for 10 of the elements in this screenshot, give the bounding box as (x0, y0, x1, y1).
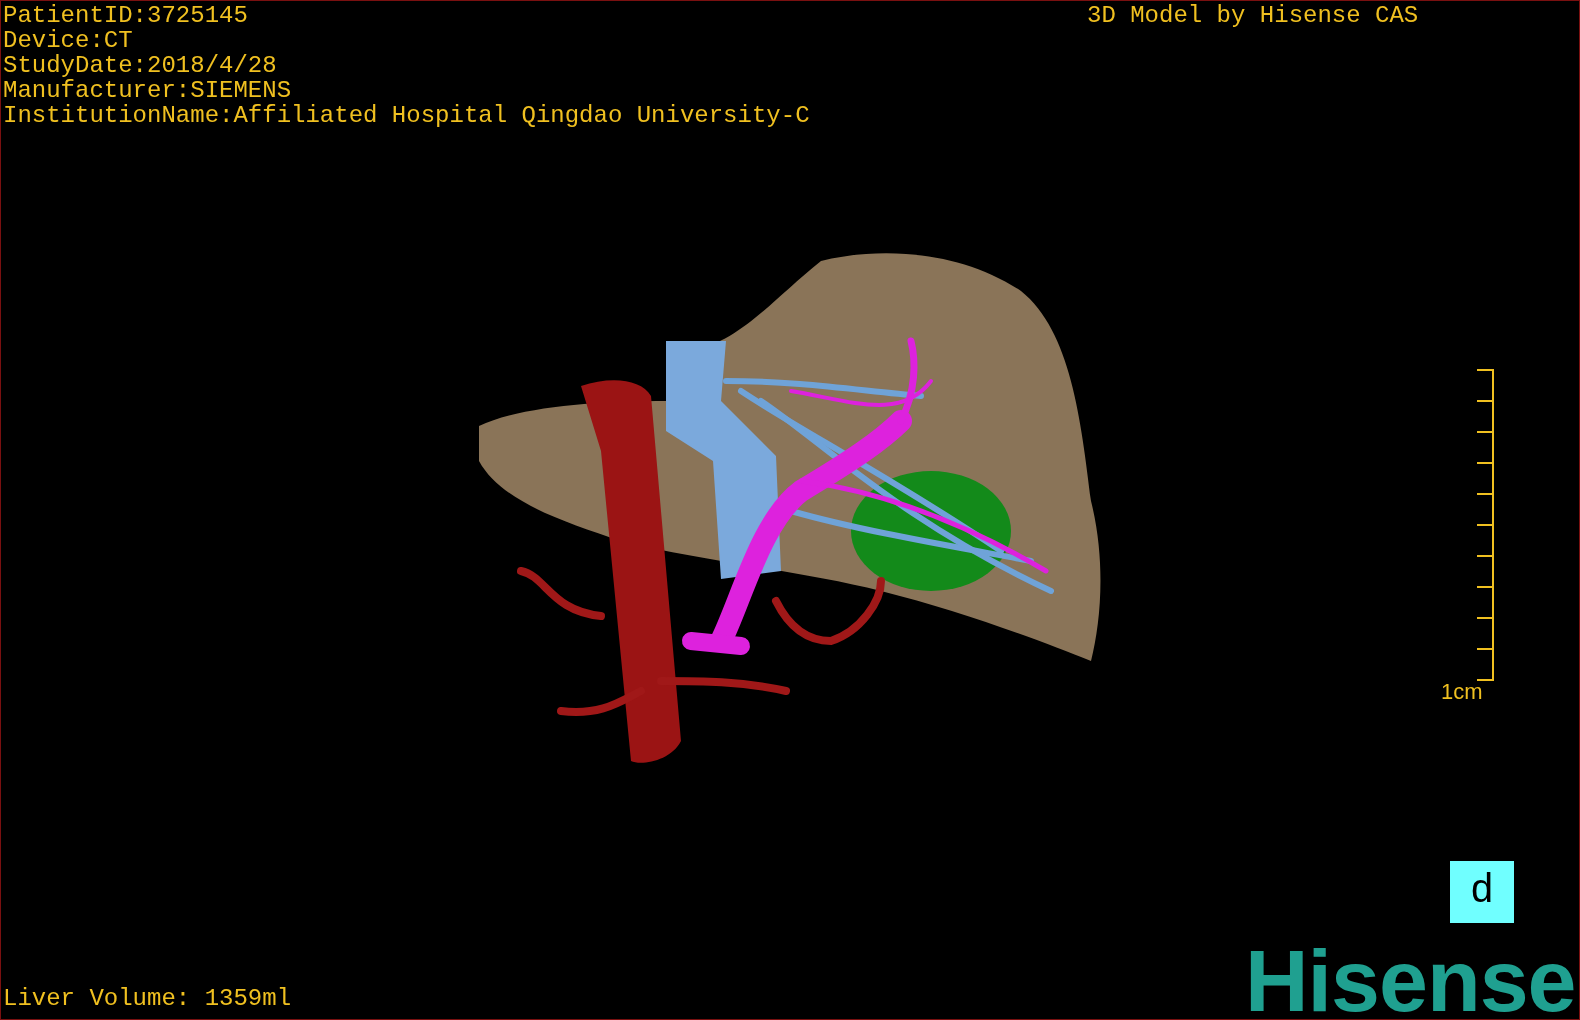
volume-text: Liver Volume: 1359ml (3, 986, 292, 1011)
view-label: d (1450, 861, 1514, 923)
info-text: InstitutionName:Affiliated Hospital Qingdao University-C (3, 103, 810, 128)
info-text: Device:CT (3, 28, 134, 53)
info-text: Manufacturer:SIEMENS (3, 78, 293, 103)
info-text: StudyDate:2018/4/28 (3, 53, 278, 78)
scale-label: 1cm (1441, 681, 1483, 703)
header-text: 3D Model by Hisense CAS (1087, 3, 1419, 28)
logo: Hisense (1245, 937, 1576, 1019)
info-text: PatientID:3725145 (3, 3, 249, 28)
